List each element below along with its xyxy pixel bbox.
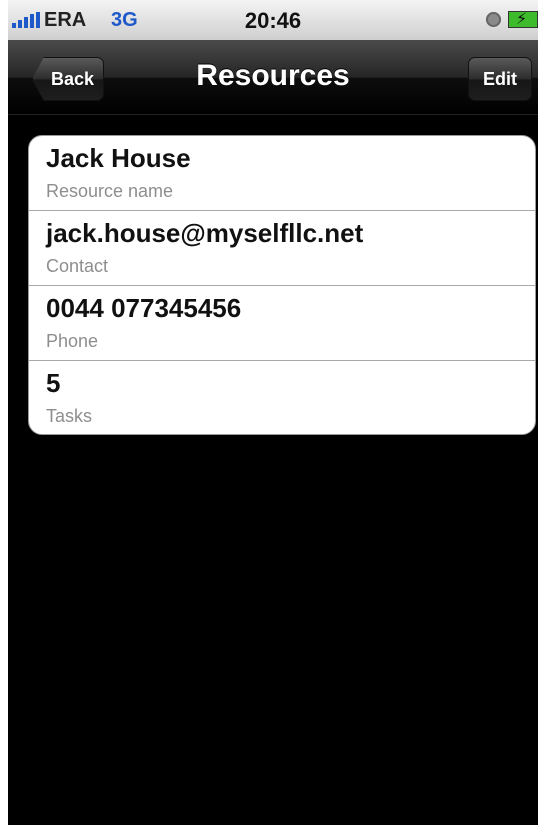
contact-row[interactable]: jack.house@myselfllc.net Contact [29,211,535,286]
tasks-label: Tasks [46,406,93,426]
page-title: Resources [196,59,350,92]
battery-charging-icon: ⚡ [508,11,538,28]
tasks-row[interactable]: 5 Tasks [29,361,535,434]
navigation-bar: Back Resources Edit [8,40,538,115]
contact-value: jack.house@myselfllc.net [46,218,364,248]
resource-name-row[interactable]: Jack House Resource name [29,136,535,211]
edit-button[interactable]: Edit [468,57,532,101]
status-bar: ERA 3G 20:46 ⚡ [8,0,538,41]
phone-row[interactable]: 0044 077345456 Phone [29,286,535,361]
alarm-icon [486,12,501,27]
resource-name-label: Resource name [46,181,174,201]
resource-name-value: Jack House [46,143,191,173]
contact-label: Contact [46,256,109,276]
resource-details-group: Jack House Resource name jack.house@myse… [28,135,536,435]
device-frame: ERA 3G 20:46 ⚡ Back Resources Edit Jack … [0,0,542,825]
tasks-value: 5 [46,368,61,398]
phone-label: Phone [46,331,99,351]
status-time: 20:46 [244,8,302,33]
screen: ERA 3G 20:46 ⚡ Back Resources Edit Jack … [8,0,538,825]
phone-value: 0044 077345456 [46,293,242,323]
